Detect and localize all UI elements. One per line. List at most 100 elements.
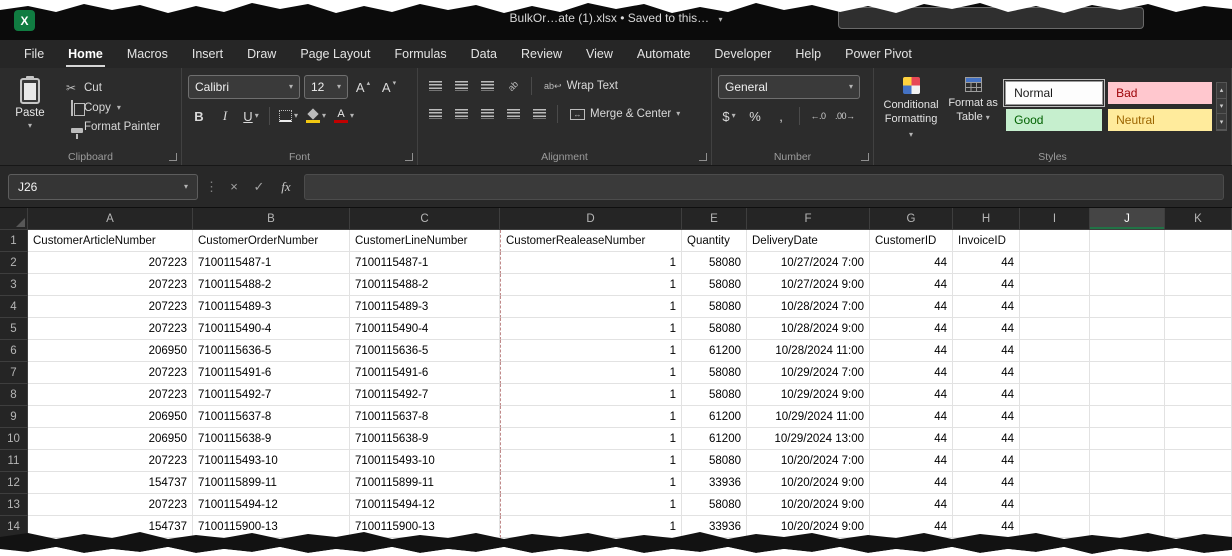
enter-button[interactable]: ✓ — [250, 179, 268, 195]
cell-H4[interactable]: 44 — [953, 296, 1020, 318]
cell-B15[interactable] — [193, 538, 350, 556]
cell-H11[interactable]: 44 — [953, 450, 1020, 472]
cell-B10[interactable]: 7100115638-9 — [193, 428, 350, 450]
cell-I12[interactable] — [1020, 472, 1090, 494]
dialog-launcher-icon[interactable] — [405, 153, 413, 161]
cell-E15[interactable] — [682, 538, 747, 556]
cell-A2[interactable]: 207223 — [28, 252, 193, 274]
comma-style-button[interactable]: , — [770, 105, 792, 127]
font-name-select[interactable]: Calibri ▾ — [188, 75, 300, 99]
cell-A7[interactable]: 207223 — [28, 362, 193, 384]
align-center-button[interactable] — [450, 103, 472, 125]
gallery-up-button[interactable]: ▴ — [1217, 83, 1226, 99]
cell-A3[interactable]: 207223 — [28, 274, 193, 296]
cell-F4[interactable]: 10/28/2024 7:00 — [747, 296, 870, 318]
column-header-C[interactable]: C — [350, 208, 500, 230]
cell-K10[interactable] — [1165, 428, 1232, 450]
cell-D3[interactable]: 1 — [500, 274, 682, 296]
row-header-8[interactable]: 8 — [0, 384, 28, 406]
cell-style-neutral[interactable]: Neutral — [1108, 109, 1212, 131]
gallery-more-button[interactable]: ▾ — [1217, 114, 1226, 130]
cell-D12[interactable]: 1 — [500, 472, 682, 494]
cell-G15[interactable] — [870, 538, 953, 556]
dialog-launcher-icon[interactable] — [861, 153, 869, 161]
decrease-indent-button[interactable] — [502, 103, 524, 125]
row-header-12[interactable]: 12 — [0, 472, 28, 494]
row-header-15[interactable]: 15 — [0, 538, 28, 556]
cell-J6[interactable] — [1090, 340, 1165, 362]
tab-macros[interactable]: Macros — [115, 40, 180, 68]
cell-G1[interactable]: CustomerID — [870, 230, 953, 252]
cell-A11[interactable]: 207223 — [28, 450, 193, 472]
cell-C4[interactable]: 7100115489-3 — [350, 296, 500, 318]
column-header-B[interactable]: B — [193, 208, 350, 230]
tab-data[interactable]: Data — [459, 40, 509, 68]
tab-help[interactable]: Help — [783, 40, 833, 68]
cell-J4[interactable] — [1090, 296, 1165, 318]
cell-D15[interactable] — [500, 538, 682, 556]
cell-F9[interactable]: 10/29/2024 11:00 — [747, 406, 870, 428]
column-header-D[interactable]: D — [500, 208, 682, 230]
cell-H15[interactable] — [953, 538, 1020, 556]
cut-button[interactable]: ✂ Cut — [60, 80, 164, 96]
cell-G14[interactable]: 44 — [870, 516, 953, 538]
cell-E1[interactable]: Quantity — [682, 230, 747, 252]
copy-button[interactable]: Copy ▾ — [60, 100, 164, 116]
cell-F6[interactable]: 10/28/2024 11:00 — [747, 340, 870, 362]
format-as-table-button[interactable]: Format as Table ▾ — [944, 73, 1002, 141]
cell-K15[interactable] — [1165, 538, 1232, 556]
cell-A9[interactable]: 206950 — [28, 406, 193, 428]
cell-C14[interactable]: 7100115900-13 — [350, 516, 500, 538]
cell-K14[interactable] — [1165, 516, 1232, 538]
cell-K2[interactable] — [1165, 252, 1232, 274]
fill-color-button[interactable]: ▾ — [304, 105, 328, 127]
cell-H5[interactable]: 44 — [953, 318, 1020, 340]
name-box[interactable]: J26 ▾ — [8, 174, 198, 200]
row-header-11[interactable]: 11 — [0, 450, 28, 472]
cell-D7[interactable]: 1 — [500, 362, 682, 384]
column-header-E[interactable]: E — [682, 208, 747, 230]
cancel-button[interactable]: × — [225, 179, 243, 194]
cell-A12[interactable]: 154737 — [28, 472, 193, 494]
cell-E5[interactable]: 58080 — [682, 318, 747, 340]
row-header-7[interactable]: 7 — [0, 362, 28, 384]
cell-A14[interactable]: 154737 — [28, 516, 193, 538]
cell-J9[interactable] — [1090, 406, 1165, 428]
cell-I9[interactable] — [1020, 406, 1090, 428]
cell-G12[interactable]: 44 — [870, 472, 953, 494]
cell-F13[interactable]: 10/20/2024 9:00 — [747, 494, 870, 516]
italic-button[interactable]: I — [214, 105, 236, 127]
cell-J14[interactable] — [1090, 516, 1165, 538]
cell-F2[interactable]: 10/27/2024 7:00 — [747, 252, 870, 274]
cell-F7[interactable]: 10/29/2024 7:00 — [747, 362, 870, 384]
column-header-F[interactable]: F — [747, 208, 870, 230]
cell-E3[interactable]: 58080 — [682, 274, 747, 296]
cell-E11[interactable]: 58080 — [682, 450, 747, 472]
cell-C5[interactable]: 7100115490-4 — [350, 318, 500, 340]
tab-draw[interactable]: Draw — [235, 40, 288, 68]
cell-K12[interactable] — [1165, 472, 1232, 494]
cell-I11[interactable] — [1020, 450, 1090, 472]
cell-C1[interactable]: CustomerLineNumber — [350, 230, 500, 252]
tab-insert[interactable]: Insert — [180, 40, 235, 68]
cell-K9[interactable] — [1165, 406, 1232, 428]
format-painter-button[interactable]: Format Painter — [60, 120, 164, 134]
tab-view[interactable]: View — [574, 40, 625, 68]
cell-J11[interactable] — [1090, 450, 1165, 472]
tab-home[interactable]: Home — [56, 40, 115, 68]
row-header-13[interactable]: 13 — [0, 494, 28, 516]
cell-F10[interactable]: 10/29/2024 13:00 — [747, 428, 870, 450]
merge-center-button[interactable]: ↔ Merge & Center ▾ — [565, 106, 685, 122]
cell-B9[interactable]: 7100115637-8 — [193, 406, 350, 428]
cell-J10[interactable] — [1090, 428, 1165, 450]
cell-D13[interactable]: 1 — [500, 494, 682, 516]
tab-formulas[interactable]: Formulas — [383, 40, 459, 68]
cell-B5[interactable]: 7100115490-4 — [193, 318, 350, 340]
cell-G7[interactable]: 44 — [870, 362, 953, 384]
cell-E12[interactable]: 33936 — [682, 472, 747, 494]
font-color-button[interactable]: A ▾ — [332, 105, 356, 127]
row-header-4[interactable]: 4 — [0, 296, 28, 318]
cell-G11[interactable]: 44 — [870, 450, 953, 472]
cell-I15[interactable] — [1020, 538, 1090, 556]
cell-H10[interactable]: 44 — [953, 428, 1020, 450]
